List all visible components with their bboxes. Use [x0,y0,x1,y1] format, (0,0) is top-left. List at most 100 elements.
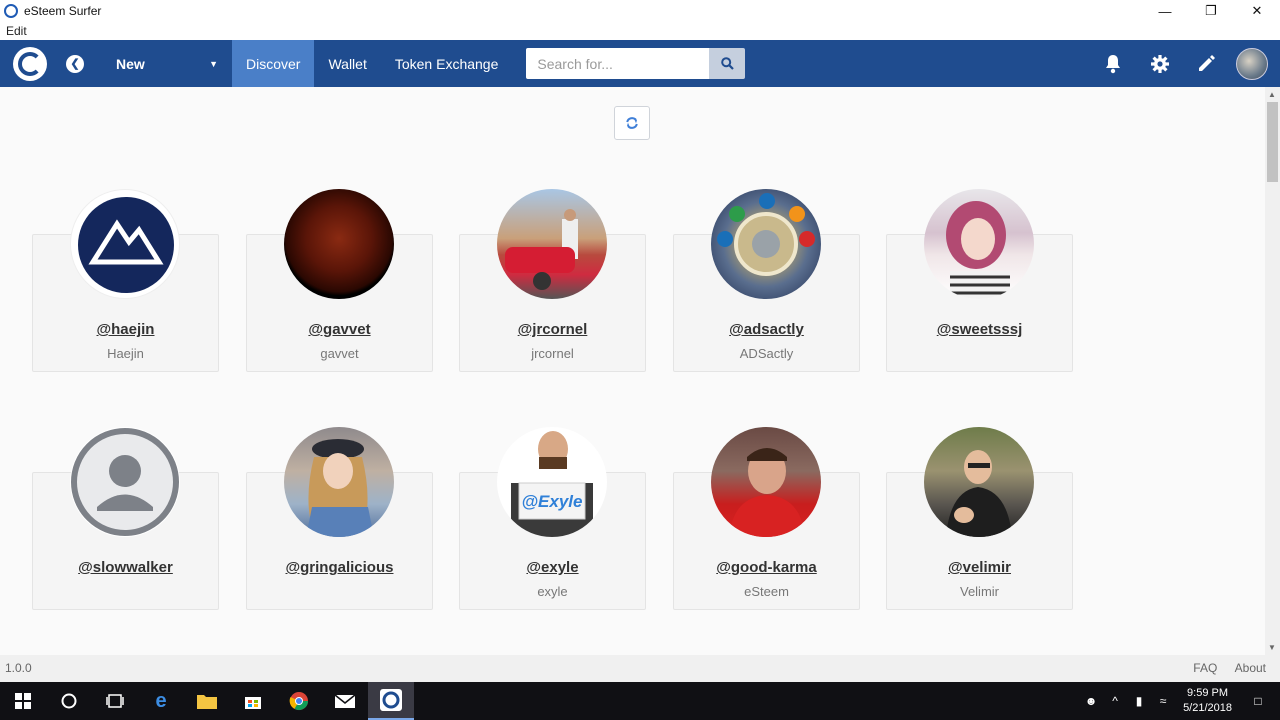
minimize-button[interactable]: — [1142,0,1188,22]
tab-discover[interactable]: Discover [232,40,315,87]
folder-icon [197,695,217,709]
tab-token-exchange[interactable]: Token Exchange [381,40,513,87]
tab-wallet[interactable]: Wallet [314,40,380,87]
avatar[interactable] [284,189,394,299]
edge-icon: e [155,689,167,712]
avatar[interactable]: @Exyle [497,427,607,537]
user-display-name: jrcornel [531,346,574,361]
search-button[interactable] [709,48,746,79]
task-view-icon [106,694,124,708]
avatar[interactable] [284,427,394,537]
user-display-name: Velimir [959,584,999,599]
store-taskbar-app[interactable] [230,682,276,720]
user-handle[interactable]: @exyle [460,559,645,576]
esteem-app-icon [380,689,402,711]
user-handle[interactable]: @jrcornel [460,321,645,338]
chrome-taskbar-app[interactable] [276,682,322,720]
scroll-down-icon[interactable]: ▼ [1268,643,1276,652]
scroll-up-icon[interactable]: ▲ [1268,90,1276,99]
esteem-logo[interactable] [13,46,47,81]
bell-icon [1105,54,1120,73]
vertical-scrollbar[interactable]: ▲ ▼ [1265,87,1280,655]
about-link[interactable]: About [1235,661,1266,675]
window-title: eSteem Surfer [24,4,102,18]
app-logo-icon [4,4,18,18]
user-handle[interactable]: @adsactly [674,321,859,338]
close-button[interactable]: ✕ [1234,0,1280,22]
mail-taskbar-app[interactable] [322,682,368,720]
restore-button[interactable]: ❐ [1188,0,1234,22]
clock-date: 5/21/2018 [1183,702,1232,714]
user-card[interactable]: @adsactly ADSactly [673,189,860,372]
battery-icon[interactable]: ▮ [1127,694,1151,708]
wifi-icon[interactable]: ≈ [1151,694,1175,708]
user-handle[interactable]: @sweetsssj [887,321,1072,338]
settings-button[interactable] [1136,40,1183,87]
taskbar-clock[interactable]: 9:59 PM 5/21/2018 [1183,686,1232,716]
avatar[interactable] [70,427,180,537]
back-button[interactable]: ❮ [66,54,84,73]
edge-taskbar-app[interactable]: e [138,682,184,720]
avatar[interactable] [924,189,1034,299]
app-navbar: ❮ New ▼ Discover Wallet Token Exchange [0,40,1280,87]
user-handle[interactable]: @velimir [887,559,1072,576]
user-card[interactable]: @jrcornel jrcornel [459,189,646,372]
people-icon[interactable]: ☻ [1079,694,1103,708]
discover-content: @haejin Haejin @gavvet gavvet @jrcornel … [0,87,1265,655]
user-handle[interactable]: @slowwalker [33,559,218,576]
esteem-taskbar-app[interactable] [368,682,414,720]
windows-logo-icon [15,693,31,709]
user-display-name: gavvet [320,346,359,361]
menu-bar: Edit [0,22,1280,40]
window-titlebar: eSteem Surfer — ❐ ✕ [0,0,1280,22]
menu-edit[interactable]: Edit [6,24,27,38]
user-card[interactable]: @sweetsssj [886,189,1073,372]
user-card[interactable]: @Exyle @exyle exyle [459,427,646,610]
cortana-button[interactable] [46,682,92,720]
cortana-circle-icon [61,693,77,709]
user-card[interactable]: @good-karma eSteem [673,427,860,610]
task-view-button[interactable] [92,682,138,720]
avatar[interactable] [924,427,1034,537]
search-input[interactable] [526,48,710,79]
user-card[interactable]: @gavvet gavvet [246,189,433,372]
file-explorer-taskbar-app[interactable] [184,682,230,720]
scrollbar-thumb[interactable] [1267,102,1278,182]
avatar[interactable] [497,189,607,299]
action-center-icon[interactable]: □ [1246,694,1270,708]
search-box [526,48,746,79]
user-handle[interactable]: @gavvet [247,321,432,338]
clock-time: 9:59 PM [1187,687,1229,699]
sign-text: @Exyle [521,492,582,511]
user-handle[interactable]: @haejin [33,321,218,338]
notifications-button[interactable] [1089,40,1136,87]
filter-dropdown[interactable]: New ▼ [116,40,232,87]
user-card[interactable]: @haejin Haejin [32,189,219,372]
user-handle[interactable]: @good-karma [674,559,859,576]
search-icon [721,57,734,70]
chrome-icon [289,692,308,711]
refresh-button[interactable] [614,106,650,140]
avatar[interactable] [711,427,821,537]
avatar[interactable] [711,189,821,299]
user-card[interactable]: @slowwalker [32,427,219,610]
start-button[interactable] [0,682,46,720]
chevron-up-icon[interactable]: ^ [1103,694,1127,708]
user-handle[interactable]: @gringalicious [247,559,432,576]
pencil-icon [1199,55,1215,71]
avatar[interactable] [70,189,180,299]
user-card[interactable]: @gringalicious [246,427,433,610]
mail-icon [335,694,355,708]
faq-link[interactable]: FAQ [1193,661,1217,675]
gear-icon [1150,54,1169,73]
refresh-icon [626,117,638,129]
filter-label: New [116,55,145,72]
user-card[interactable]: @velimir Velimir [886,427,1073,610]
user-avatar[interactable] [1236,47,1268,80]
chevron-down-icon: ▼ [209,58,218,69]
app-footer: 1.0.0 FAQ About [0,655,1280,682]
user-display-name: Haejin [107,346,144,361]
compose-button[interactable] [1183,40,1230,87]
user-display-name: ADSactly [739,346,794,361]
system-tray: ☻ ^ ▮ ≈ 9:59 PM 5/21/2018 □ [1079,682,1280,720]
